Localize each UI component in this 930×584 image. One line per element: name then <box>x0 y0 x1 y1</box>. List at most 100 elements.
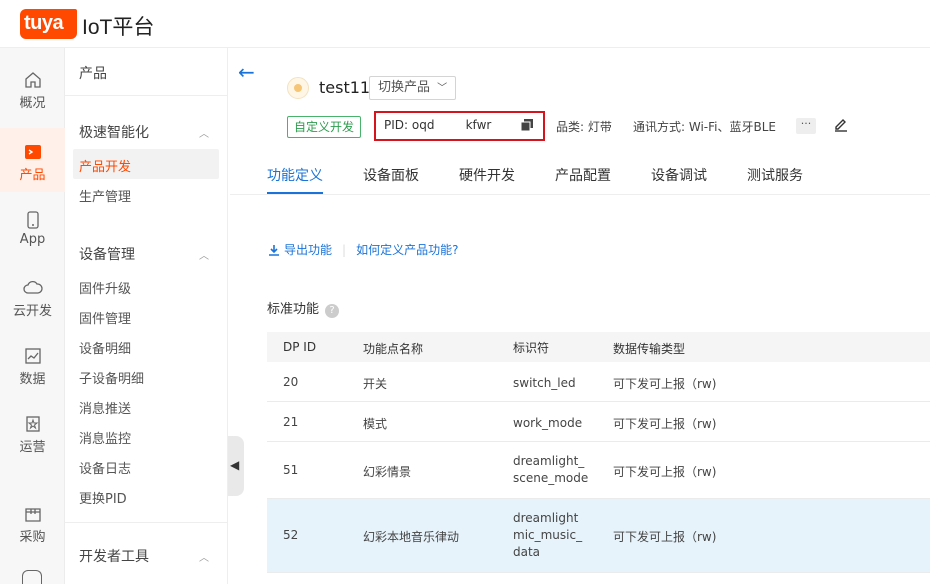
menu-item-device-log[interactable]: 设备日志 <box>79 458 131 477</box>
menu-item-production[interactable]: 生产管理 <box>79 186 131 205</box>
menu-group-devtools[interactable]: 开发者工具 <box>79 546 149 566</box>
back-arrow-icon[interactable]: ← <box>238 60 255 84</box>
product-name: test11 <box>319 78 371 97</box>
product-protocol: 通讯方式: Wi-Fi、蓝牙BLE <box>633 120 776 134</box>
product-tabs: 功能定义 设备面板 硬件开发 产品配置 设备调试 测试服务 <box>230 158 930 195</box>
platform-name: IoT平台 <box>82 16 155 39</box>
column-header: 功能点名称 <box>363 342 424 356</box>
identifier: dreamlight_scene_mode <box>513 454 589 485</box>
table-header: DP ID 功能点名称 标识符 数据传输类型 <box>267 332 930 362</box>
custom-dev-tag: 自定义开发 <box>287 116 362 138</box>
column-header: DP ID <box>283 340 317 354</box>
menu-item-subdevice-detail[interactable]: 子设备明细 <box>79 368 144 387</box>
operation-icon <box>25 416 40 432</box>
main-content: ← test11 切换产品 ﹀ 自定义开发 PID: oqd kfwr 品类: … <box>230 48 930 584</box>
product-pid: PID: oqd kfwr <box>384 118 492 132</box>
rail-item-overview[interactable]: 概况 <box>0 70 65 132</box>
tab-product-config[interactable]: 产品配置 <box>555 165 611 185</box>
rail-label: 概况 <box>19 96 46 111</box>
menu-item-change-pid[interactable]: 更换PID <box>79 488 127 507</box>
dp-id: 20 <box>283 375 299 389</box>
function-name: 幻彩本地音乐律动 <box>363 530 460 544</box>
identifier: work_mode <box>513 416 583 430</box>
tab-test-service[interactable]: 测试服务 <box>747 165 803 185</box>
table-row[interactable]: 51 幻彩情景 dreamlight_scene_mode 可下发可上报（rw) <box>267 442 930 499</box>
product-category: 品类: 灯带 <box>556 120 612 134</box>
dp-id: 52 <box>283 528 299 542</box>
edit-icon[interactable] <box>833 116 849 132</box>
section-title-text: 标准功能 <box>267 302 320 317</box>
link-separator: | <box>342 243 347 257</box>
tab-function-definition[interactable]: 功能定义 <box>267 165 323 185</box>
more-button[interactable]: ··· <box>796 118 816 134</box>
phone-icon <box>26 211 39 229</box>
function-name: 幻彩情景 <box>363 465 412 479</box>
rail-item-data[interactable]: 数据 <box>0 346 65 408</box>
rail-item-product[interactable]: 产品 <box>0 128 65 192</box>
rail-item-app[interactable]: App <box>0 210 65 272</box>
rail-label: App <box>19 232 46 247</box>
tab-device-panel[interactable]: 设备面板 <box>363 165 419 185</box>
menu-group-device[interactable]: 设备管理 <box>79 244 135 264</box>
menu-item-message-push[interactable]: 消息推送 <box>79 398 131 417</box>
rail-label: 产品 <box>19 168 46 183</box>
rail-label: 采购 <box>19 530 46 545</box>
menu-item-firmware-manage[interactable]: 固件管理 <box>79 308 131 327</box>
secondary-menu: 产品 极速智能化 ︿ 产品开发 生产管理 设备管理 ︿ 固件升级 固件管理 设备… <box>65 48 228 584</box>
standard-functions-title: 标准功能? <box>267 298 340 318</box>
main-nav-rail: 概况 产品 App 云开发 数据 运营 采购 <box>0 48 65 584</box>
transfer-type: 可下发可上报（rw) <box>613 530 717 544</box>
transfer-type: 可下发可上报（rw) <box>613 417 717 431</box>
identifier: switch_led <box>513 376 576 390</box>
table-row[interactable]: 20 开关 switch_led 可下发可上报（rw) <box>267 362 930 402</box>
function-links: 导出功能 | 如何定义产品功能? <box>268 241 458 258</box>
rail-label: 运营 <box>19 440 46 455</box>
menu-item-product-dev[interactable]: 产品开发 <box>79 156 131 175</box>
column-header: 数据传输类型 <box>613 342 686 356</box>
menu-divider <box>65 95 227 96</box>
truncated-rail-icon[interactable] <box>22 570 42 584</box>
cloud-icon <box>22 280 43 294</box>
product-avatar <box>287 77 309 99</box>
switch-product-label: 切换产品 <box>378 80 431 95</box>
identifier: dreamlightmic_music_data <box>513 511 583 559</box>
tab-device-debug[interactable]: 设备调试 <box>651 165 707 185</box>
menu-title: 产品 <box>79 66 107 82</box>
table-row[interactable]: 21 模式 work_mode 可下发可上报（rw) <box>267 402 930 442</box>
pid-highlight-box: PID: oqd kfwr <box>374 111 545 141</box>
menu-item-firmware-upgrade[interactable]: 固件升级 <box>79 278 131 297</box>
function-name: 模式 <box>363 417 388 431</box>
switch-product-button[interactable]: 切换产品 ﹀ <box>369 76 457 100</box>
tab-hardware-dev[interactable]: 硬件开发 <box>459 165 515 185</box>
store-icon <box>24 508 41 522</box>
copy-icon[interactable] <box>521 119 533 131</box>
rail-item-purchase[interactable]: 采购 <box>0 504 65 566</box>
export-functions-link[interactable]: 导出功能 <box>284 243 332 257</box>
dp-id: 21 <box>283 415 299 429</box>
menu-group-quick[interactable]: 极速智能化 <box>79 122 149 142</box>
chevron-down-icon: ﹀ <box>437 83 448 94</box>
chevron-up-icon[interactable]: ︿ <box>199 125 209 140</box>
rail-item-operation[interactable]: 运营 <box>0 414 65 476</box>
menu-item-device-detail[interactable]: 设备明细 <box>79 338 131 357</box>
rail-label: 云开发 <box>12 304 52 319</box>
chevron-up-icon[interactable]: ︿ <box>199 549 209 564</box>
menu-item-message-monitor[interactable]: 消息监控 <box>79 428 131 447</box>
how-to-define-link[interactable]: 如何定义产品功能? <box>356 243 458 257</box>
home-icon <box>24 72 41 88</box>
rail-label: 数据 <box>19 372 46 387</box>
help-icon[interactable]: ? <box>325 304 340 318</box>
chevron-up-icon[interactable]: ︿ <box>199 247 209 262</box>
functions-table: DP ID 功能点名称 标识符 数据传输类型 20 开关 switch_led … <box>267 332 930 573</box>
rail-item-cloud[interactable]: 云开发 <box>0 278 65 340</box>
dp-id: 51 <box>283 463 299 477</box>
column-header: 标识符 <box>513 341 550 355</box>
table-row[interactable]: 52 幻彩本地音乐律动 dreamlightmic_music_data 可下发… <box>267 499 930 573</box>
top-bar: tuya IoT平台 <box>0 0 930 48</box>
active-tab-indicator <box>267 192 323 194</box>
transfer-type: 可下发可上报（rw) <box>613 377 717 391</box>
product-icon <box>24 145 41 159</box>
chart-icon <box>24 348 41 364</box>
download-icon <box>269 245 279 256</box>
tuya-logo[interactable]: tuya <box>20 9 77 39</box>
